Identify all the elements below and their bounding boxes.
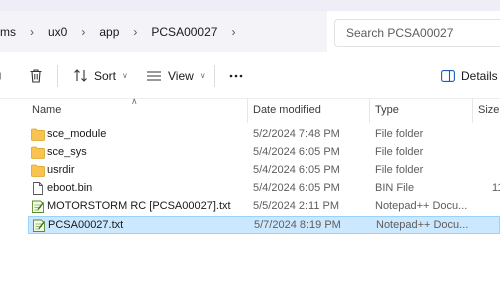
file-name: sce_sys [47,146,87,158]
column-headers: ∧ Name Date modified Type Size [0,96,500,123]
more-icon [229,74,243,77]
column-divider[interactable] [369,99,370,123]
status-bar [0,290,500,299]
file-type: Notepad++ Docu... [375,200,468,212]
file-row-selected[interactable]: PCSA00027.txt 5/7/2024 8:19 PM Notepad++… [28,216,500,234]
file-name: MOTORSTORM RC [PCSA00027].txt [47,200,231,212]
file-row[interactable]: sce_sys 5/4/2024 6:05 PM File folder [28,144,500,162]
breadcrumb-item-app[interactable]: app [99,25,119,39]
file-row[interactable]: eboot.bin 5/4/2024 6:05 PM BIN File 11 [28,180,500,198]
file-name: eboot.bin [47,182,93,194]
column-divider[interactable] [247,99,248,123]
chevron-right-icon[interactable]: › [119,25,151,39]
folder-icon [31,146,45,159]
sort-button[interactable]: Sort ∨ [73,53,128,98]
sort-label: Sort [94,68,117,83]
file-icon [33,182,43,195]
file-row[interactable]: sce_module 5/2/2024 7:48 PM File folder [28,126,500,144]
toolbar-divider [214,65,215,87]
column-header-type[interactable]: Type [375,104,399,116]
details-pane-icon [441,69,455,82]
file-type: Notepad++ Docu... [376,219,469,231]
notepad-icon [33,219,46,232]
address-bar[interactable]: ms › ux0 › app › PCSA00027 › [0,11,327,52]
folder-icon [31,128,45,141]
command-bar: Sort ∨ View ∨ Details [0,53,500,99]
search-box[interactable] [334,19,500,47]
view-label: View [168,68,194,83]
more-options-button[interactable] [229,53,243,98]
column-header-name[interactable]: Name [32,104,61,116]
rename-button[interactable] [0,53,4,98]
chevron-right-icon[interactable]: › [16,25,48,39]
column-header-size[interactable]: Size [478,104,499,116]
file-row[interactable]: usrdir 5/4/2024 6:05 PM File folder [28,162,500,180]
title-bar-strip [0,0,500,11]
details-pane-button[interactable]: Details [441,53,498,98]
file-date: 5/5/2024 2:11 PM [253,200,340,212]
file-type: BIN File [375,182,415,194]
chevron-down-icon: ∨ [199,71,206,80]
sort-ascending-icon: ∧ [131,96,138,106]
trash-icon [30,68,42,83]
view-button[interactable]: View ∨ [146,53,206,98]
breadcrumb: ms › ux0 › app › PCSA00027 › [0,11,249,52]
file-date: 5/4/2024 6:05 PM [253,164,340,176]
file-date: 5/4/2024 6:05 PM [253,146,340,158]
file-date: 5/7/2024 8:19 PM [254,219,341,231]
file-date: 5/4/2024 6:05 PM [253,182,340,194]
view-icon [147,70,161,81]
file-size: 11 [492,182,500,194]
file-type: File folder [375,146,424,158]
file-row[interactable]: MOTORSTORM RC [PCSA00027].txt 5/5/2024 2… [28,198,500,216]
chevron-down-icon: ∨ [122,71,128,80]
rename-icon [0,71,1,80]
delete-button[interactable] [28,53,44,98]
sort-icon [74,69,87,82]
file-name: sce_module [47,128,107,140]
toolbar-divider [57,65,58,87]
file-type: File folder [375,164,424,176]
column-divider[interactable] [472,99,473,123]
details-label: Details [461,68,498,83]
file-date: 5/2/2024 7:48 PM [253,128,340,140]
notepad-icon [32,200,45,213]
breadcrumb-item-pcsa00027[interactable]: PCSA00027 [151,25,217,39]
search-input[interactable] [346,26,496,40]
file-name: usrdir [47,164,75,176]
chevron-right-icon[interactable]: › [67,25,99,39]
folder-icon [31,164,45,177]
file-type: File folder [375,128,424,140]
breadcrumb-item-ms[interactable]: ms [0,25,16,39]
chevron-right-icon[interactable]: › [217,25,249,39]
column-header-date[interactable]: Date modified [253,104,321,116]
file-name: PCSA00027.txt [48,219,124,231]
breadcrumb-item-ux0[interactable]: ux0 [48,25,67,39]
